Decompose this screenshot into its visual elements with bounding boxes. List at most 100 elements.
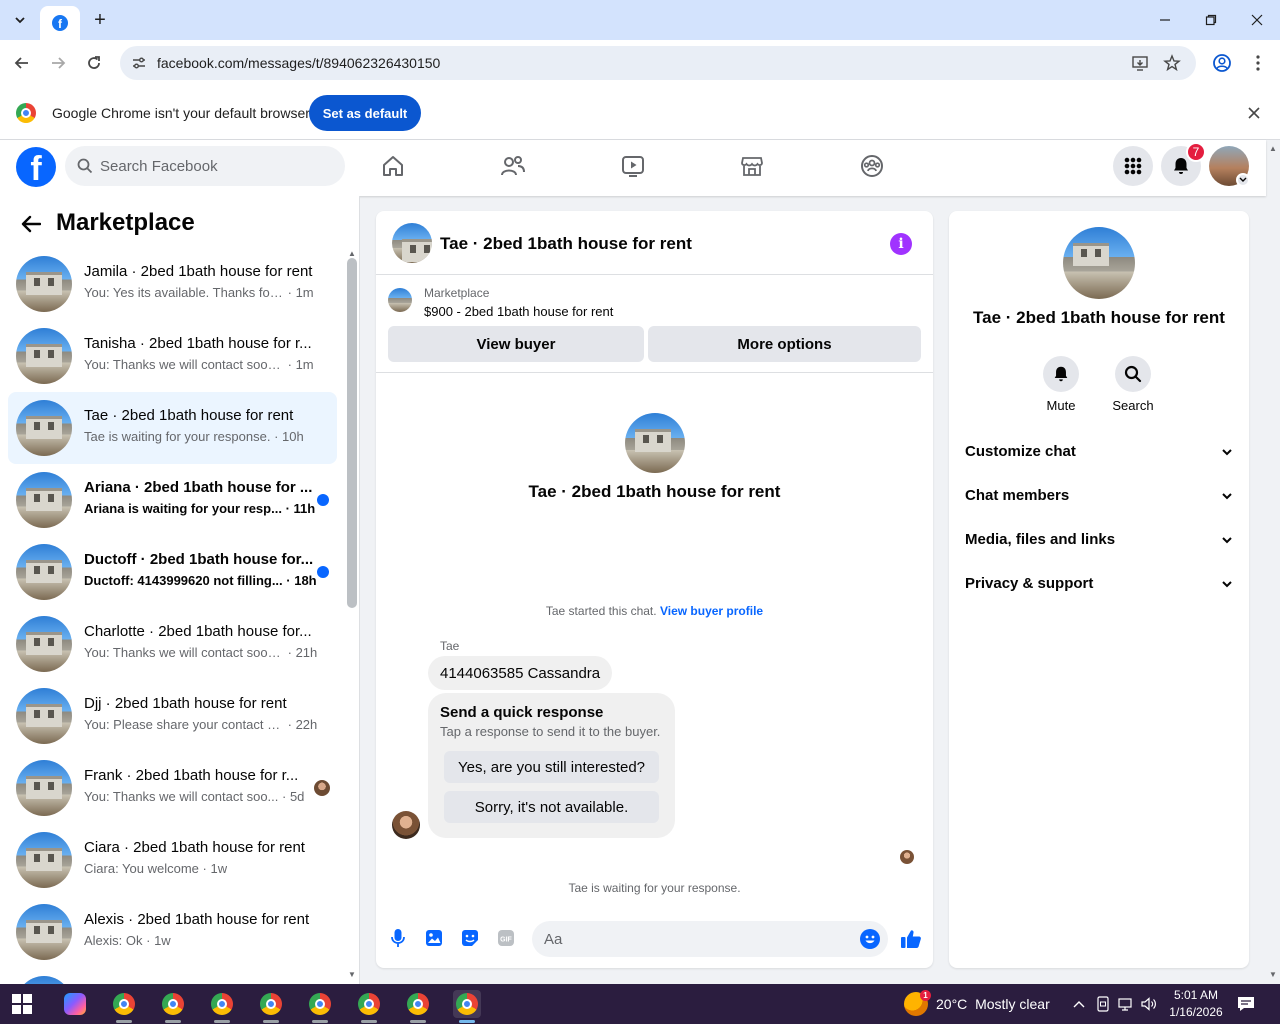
account-chevron-icon[interactable] [1236,173,1250,187]
chrome-taskbar-icon[interactable] [208,990,236,1023]
conversation-row[interactable]: Ariana · 2bed 1bath house for ... Ariana … [8,464,337,536]
install-app-icon[interactable] [1130,53,1150,73]
mute-button[interactable]: Mute [1031,356,1091,413]
volume-icon[interactable] [1140,995,1158,1013]
video-nav-icon[interactable] [619,152,647,180]
page-scroll-down-icon[interactable]: ▼ [1268,969,1278,979]
chat-avatar[interactable] [392,223,432,263]
conversation-avatar [16,976,72,984]
privacy-support-section[interactable]: Privacy & support [957,562,1241,606]
facebook-logo-icon[interactable]: f [16,147,56,187]
minimize-button[interactable] [1152,8,1178,32]
forward-button[interactable] [46,51,70,75]
chrome-taskbar-icon[interactable] [110,990,138,1023]
reload-button[interactable] [82,51,106,75]
page-scroll-up-icon[interactable]: ▲ [1268,143,1278,153]
search-in-chat-button[interactable]: Search [1103,356,1163,413]
conversation-time: · 1m [287,285,314,300]
list-scroll-up-icon[interactable]: ▲ [347,248,357,258]
listing-thumbnail[interactable] [388,288,412,312]
list-scrollbar[interactable] [347,258,357,608]
thumbs-up-icon[interactable] [899,927,923,951]
close-infobar-icon[interactable] [1244,103,1264,123]
chat-members-section[interactable]: Chat members [957,474,1241,518]
notification-center-icon[interactable] [1236,994,1256,1014]
copilot-taskbar-icon[interactable] [61,990,89,1018]
conversation-name: Ciara · 2bed 1bath house for rent [84,839,305,856]
new-tab-button[interactable]: + [88,8,112,32]
close-window-button[interactable] [1244,8,1270,32]
system-clock[interactable]: 5:01 AM 1/16/2026 [1164,987,1228,1021]
conversation-row[interactable]: Joe B · 2bed 1bath house for rent [8,968,337,984]
conversation-preview: Tae is waiting for your response. · 10h [84,429,304,444]
chrome-taskbar-icon[interactable] [306,990,334,1023]
network-icon[interactable] [1117,995,1135,1013]
chat-title[interactable]: Tae · 2bed 1bath house for rent [440,234,692,254]
sticker-icon[interactable] [460,928,480,948]
tablet-icon[interactable] [1094,995,1112,1013]
profile-icon[interactable] [1210,51,1234,75]
emoji-icon[interactable] [860,929,880,949]
conversation-snippet: Ariana is waiting for your resp... [84,501,282,516]
sender-avatar[interactable] [392,811,420,839]
chrome-taskbar-icon[interactable] [355,990,383,1023]
weather-widget[interactable]: 20°C Mostly clear [936,996,1050,1012]
chrome-taskbar-icon[interactable] [257,990,285,1023]
gif-icon[interactable]: GIF [496,928,516,948]
chrome-menu-icon[interactable] [1246,51,1270,75]
conversation-row[interactable]: Ciara · 2bed 1bath house for rent Ciara: … [8,824,337,896]
conversation-avatar [16,544,72,600]
unread-dot-icon [317,494,329,506]
groups-nav-icon[interactable] [858,152,886,180]
browser-tab-facebook[interactable]: f [40,6,80,40]
start-button[interactable] [12,994,32,1014]
chrome-taskbar-icon[interactable] [404,990,432,1023]
incoming-message-bubble[interactable]: 4144063585 Cassandra [428,656,613,690]
customize-chat-section[interactable]: Customize chat [957,430,1241,474]
view-buyer-button[interactable]: View buyer [388,326,644,362]
more-options-button[interactable]: More options [648,326,921,362]
photo-icon[interactable] [424,928,444,948]
bookmark-star-icon[interactable] [1162,53,1182,73]
back-arrow-icon[interactable] [19,212,43,236]
chevron-up-icon[interactable] [1070,995,1088,1013]
info-panel-avatar[interactable] [1063,227,1135,299]
chrome-taskbar-icon[interactable] [453,990,481,1023]
address-bar[interactable]: facebook.com/messages/t/894062326430150 [120,46,1196,80]
conversation-row[interactable]: Tanisha · 2bed 1bath house for r... You: … [8,320,337,392]
section-label: Privacy & support [965,575,1094,592]
conversation-row[interactable]: Jamila · 2bed 1bath house for rent You: Y… [8,248,337,320]
marketplace-nav-icon[interactable] [738,152,766,180]
conversation-row[interactable]: Djj · 2bed 1bath house for rent You: Plea… [8,680,337,752]
conversation-row[interactable]: Charlotte · 2bed 1bath house for... You: … [8,608,337,680]
section-label: Customize chat [965,443,1076,460]
site-settings-icon[interactable] [130,54,148,72]
conversation-row[interactable]: Frank · 2bed 1bath house for r... You: Th… [8,752,337,824]
facebook-search[interactable] [65,146,345,186]
facebook-search-input[interactable] [100,146,330,186]
restore-button[interactable] [1198,8,1224,32]
conversation-row[interactable]: Ductoff · 2bed 1bath house for... Ductoff… [8,536,337,608]
set-as-default-button[interactable]: Set as default [309,95,421,131]
conversation-row[interactable]: Alexis · 2bed 1bath house for rent Alexis… [8,896,337,968]
quick-reply-not-available-button[interactable]: Sorry, it's not available. [444,791,659,823]
quick-reply-interested-button[interactable]: Yes, are you still interested? [444,751,659,783]
facebook-favicon-icon: f [52,15,68,31]
tab-search-icon[interactable] [8,8,32,32]
conversation-info-icon[interactable]: i [890,233,912,255]
home-nav-icon[interactable] [379,152,407,180]
listing-title[interactable]: $900 - 2bed 1bath house for rent [424,304,613,319]
list-scroll-down-icon[interactable]: ▼ [347,969,357,979]
browser-titlebar: f + [0,0,1280,40]
media-files-links-section[interactable]: Media, files and links [957,518,1241,562]
menu-grid-button[interactable] [1113,146,1153,186]
chrome-taskbar-icon[interactable] [159,990,187,1023]
microphone-icon[interactable] [388,928,408,948]
conversation-row[interactable]: Tae · 2bed 1bath house for rent Tae is wa… [8,392,337,464]
weather-desc: Mostly clear [975,996,1050,1012]
view-buyer-profile-link[interactable]: View buyer profile [660,604,763,618]
back-button[interactable] [10,51,34,75]
message-input[interactable] [532,921,888,957]
friends-nav-icon[interactable] [499,152,527,180]
url-text[interactable]: facebook.com/messages/t/894062326430150 [157,55,440,71]
